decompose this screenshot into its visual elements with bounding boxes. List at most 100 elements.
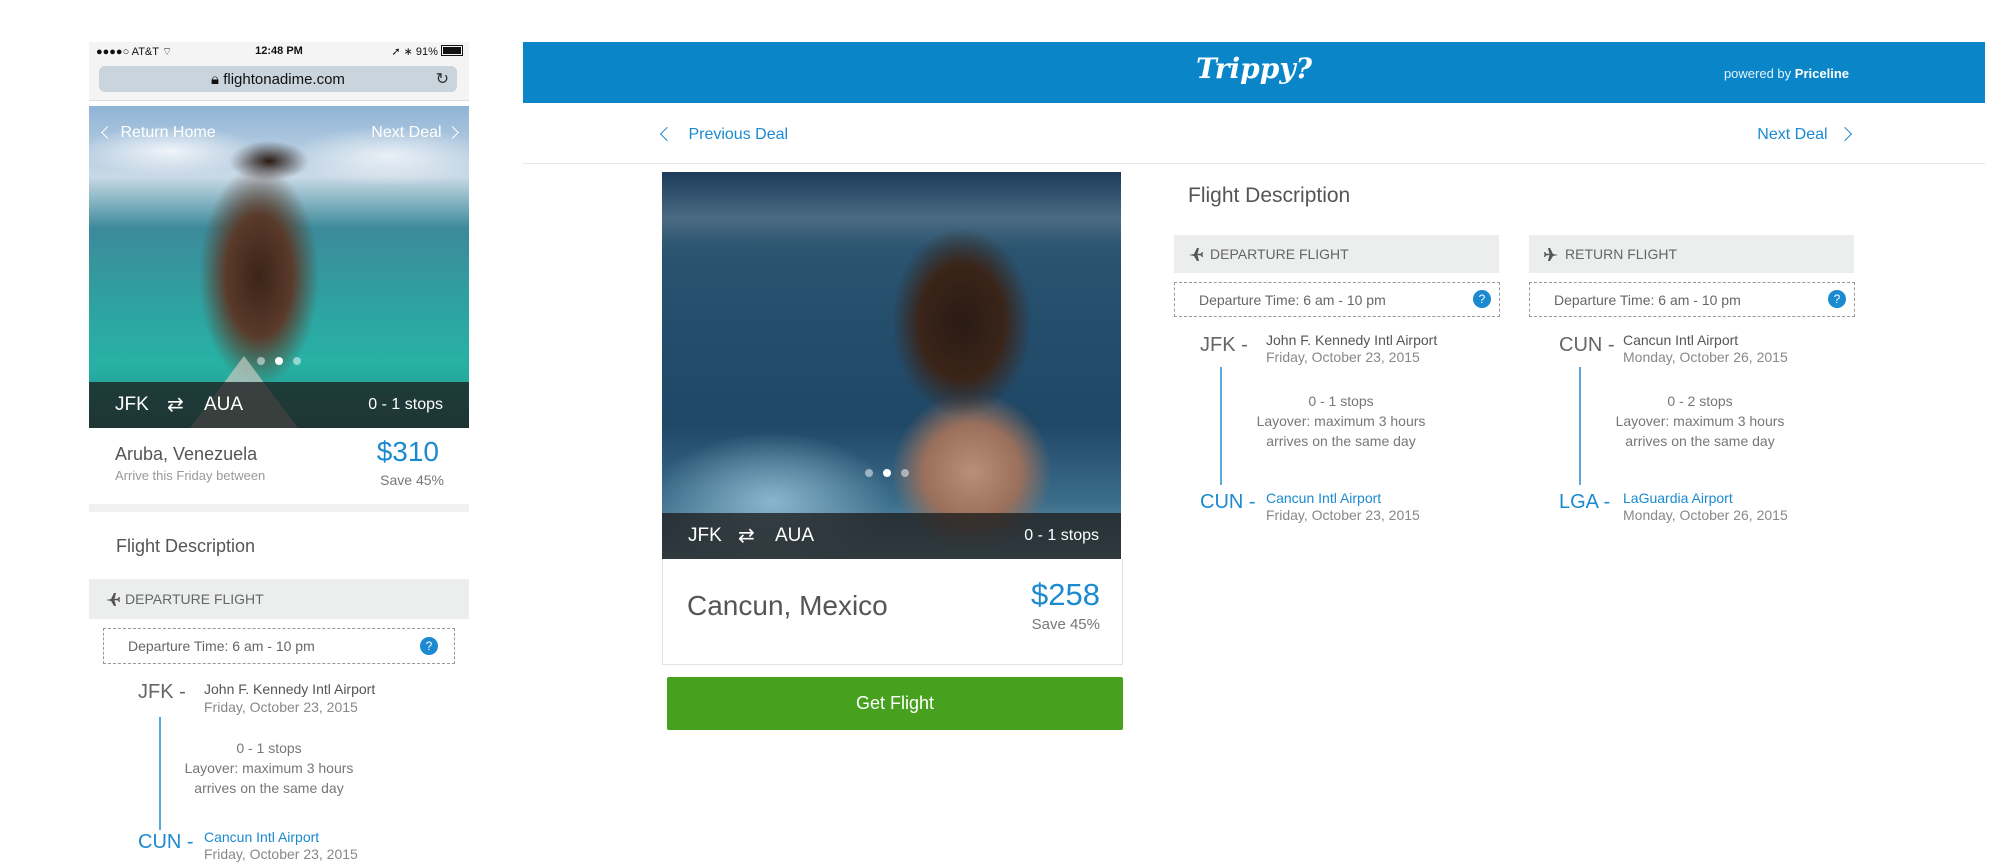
stop-count: 0 - 1 stops <box>236 740 302 756</box>
destination-airport[interactable]: Cancun Intl Airport <box>1266 490 1381 506</box>
route-line <box>1220 367 1222 485</box>
departure-time-window[interactable]: Departure Time: 6 am - 10 pm ? <box>103 628 455 664</box>
destination-code: CUN - <box>1200 491 1256 513</box>
layover-text: Layover: maximum 3 hours <box>1256 413 1426 429</box>
stop-count: 0 - 2 stops <box>1667 393 1733 409</box>
status-bar: ●●●●○ AT&T ⌔ 12:48 PM ➚ ∗ 91% <box>89 42 469 62</box>
route-destination: AUA <box>775 525 815 546</box>
deal-summary[interactable]: Cancun, Mexico $258 Save 45% <box>662 559 1123 665</box>
next-deal-link[interactable]: Next Deal <box>371 124 459 142</box>
help-icon[interactable]: ? <box>1473 290 1491 308</box>
carousel-dot[interactable] <box>257 357 265 365</box>
chevron-left-icon <box>659 126 675 142</box>
destination-date: Friday, October 23, 2015 <box>204 846 358 862</box>
origin-code: JFK - <box>138 681 186 703</box>
mobile-screen: ●●●●○ AT&T ⌔ 12:48 PM ➚ ∗ 91% 🔒︎ flighto… <box>89 42 469 864</box>
status-battery: ➚ ∗ 91% <box>391 45 463 58</box>
carousel-dot[interactable] <box>275 357 283 365</box>
destination-date: Friday, October 23, 2015 <box>1266 507 1420 523</box>
address-bar[interactable]: 🔒︎ flightonadime.com ↻ <box>99 66 457 92</box>
next-deal-link[interactable]: Next Deal <box>1757 126 1853 144</box>
chevron-left-icon <box>101 126 114 139</box>
round-trip-icon: ⇄ <box>167 394 184 416</box>
route-stops: 0 - 1 stops <box>1024 527 1099 544</box>
deal-summary[interactable]: Aruba, Venezuela Arrive this Friday betw… <box>89 428 469 512</box>
origin-date: Friday, October 23, 2015 <box>1266 349 1420 365</box>
return-destination-code: LGA - <box>1559 491 1611 513</box>
deal-photo[interactable]: Return Home Next Deal JFK ⇄ AUA 0 - 1 st… <box>89 106 469 428</box>
carousel-dot[interactable] <box>293 357 301 365</box>
help-icon[interactable]: ? <box>420 637 438 655</box>
return-destination-airport[interactable]: LaGuardia Airport <box>1623 490 1733 506</box>
layover-text: Layover: maximum 3 hours <box>184 760 354 776</box>
browser-chrome: 🔒︎ flightonadime.com ↻ <box>89 62 469 101</box>
priceline-brand: Priceline <box>1794 66 1849 81</box>
deal-savings: Save 45% <box>380 472 444 488</box>
departure-time-text: Departure Time: 6 am - 10 pm <box>128 638 315 654</box>
deal-destination: Cancun, Mexico <box>687 590 888 621</box>
departure-time-text: Departure Time: 6 am - 10 pm <box>1199 292 1386 308</box>
route-origin: JFK <box>688 525 722 546</box>
reload-icon[interactable]: ↻ <box>436 69 449 89</box>
route-destination: AUA <box>204 394 244 415</box>
powered-by: powered by Priceline <box>1723 66 1849 81</box>
carousel-dot[interactable] <box>901 469 909 477</box>
departure-time-window[interactable]: Departure Time: 6 am - 10 pm ? <box>1174 282 1500 317</box>
deal-photo[interactable]: JFK ⇄ AUA 0 - 1 stops <box>662 172 1121 559</box>
get-flight-button[interactable]: Get Flight <box>667 677 1123 730</box>
arrival-note: arrives on the same day <box>1625 433 1775 449</box>
origin-airport: John F. Kennedy Intl Airport <box>204 681 376 697</box>
return-flight-header: RETURN FLIGHT <box>1529 235 1854 273</box>
return-destination-date: Monday, October 26, 2015 <box>1623 507 1788 523</box>
url-text: flightonadime.com <box>223 71 345 88</box>
return-stop-info: 0 - 2 stops Layover: maximum 3 hours arr… <box>1600 391 1800 451</box>
return-time-window[interactable]: Departure Time: 6 am - 10 pm ? <box>1529 282 1855 317</box>
origin-airport: John F. Kennedy Intl Airport <box>1266 332 1438 348</box>
route-line <box>1579 367 1581 485</box>
deal-price: $258 <box>1031 577 1100 612</box>
route-bar: JFK ⇄ AUA 0 - 1 stops <box>89 382 469 428</box>
carousel-dots <box>865 469 909 477</box>
battery-icon <box>441 45 463 56</box>
departure-flight-label: DEPARTURE FLIGHT <box>1210 246 1349 262</box>
return-flight-label: RETURN FLIGHT <box>1565 246 1677 262</box>
route-stops: 0 - 1 stops <box>368 396 443 413</box>
return-origin-code: CUN - <box>1559 334 1615 356</box>
chevron-right-icon <box>446 126 459 139</box>
carousel-dot[interactable] <box>883 469 891 477</box>
route-origin: JFK <box>115 394 149 415</box>
carousel-dots <box>257 357 301 365</box>
deal-subtitle: Arrive this Friday between <box>115 468 266 483</box>
flight-description-title: Flight Description <box>1188 184 1351 207</box>
return-home-link[interactable]: Return Home <box>101 124 216 142</box>
destination-airport[interactable]: Cancun Intl Airport <box>204 829 319 845</box>
departure-flight-header: DEPARTURE FLIGHT <box>89 579 469 619</box>
origin-code: JFK - <box>1200 334 1248 356</box>
arrival-note: arrives on the same day <box>1266 433 1416 449</box>
return-origin-date: Monday, October 26, 2015 <box>1623 349 1788 365</box>
departure-flight-header: DEPARTURE FLIGHT <box>1174 235 1499 273</box>
deal-destination: Aruba, Venezuela <box>115 444 258 464</box>
arrival-note: arrives on the same day <box>194 780 344 796</box>
flight-description-title: Flight Description <box>116 536 256 556</box>
plane-icon <box>106 593 120 606</box>
desktop-screen: Trippy? powered by Priceline Previous De… <box>523 42 1985 864</box>
departure-flight-label: DEPARTURE FLIGHT <box>125 591 264 607</box>
deal-nav: Previous Deal Next Deal <box>523 103 1985 164</box>
layover-text: Layover: maximum 3 hours <box>1615 413 1785 429</box>
round-trip-icon: ⇄ <box>738 525 755 547</box>
stop-info: 0 - 1 stops Layover: maximum 3 hours arr… <box>169 738 369 798</box>
stop-info: 0 - 1 stops Layover: maximum 3 hours arr… <box>1241 391 1441 451</box>
destination-code: CUN - <box>138 831 194 853</box>
route-line <box>159 717 161 830</box>
plane-icon <box>1544 248 1558 261</box>
origin-date: Friday, October 23, 2015 <box>204 699 358 715</box>
help-icon[interactable]: ? <box>1828 290 1846 308</box>
return-time-text: Departure Time: 6 am - 10 pm <box>1554 292 1741 308</box>
carousel-dot[interactable] <box>865 469 873 477</box>
previous-deal-link[interactable]: Previous Deal <box>659 126 788 144</box>
route-bar: JFK ⇄ AUA 0 - 1 stops <box>662 513 1121 559</box>
chevron-right-icon <box>1837 126 1853 142</box>
deal-price: $310 <box>376 436 439 467</box>
top-bar: Trippy? powered by Priceline <box>523 42 1985 103</box>
